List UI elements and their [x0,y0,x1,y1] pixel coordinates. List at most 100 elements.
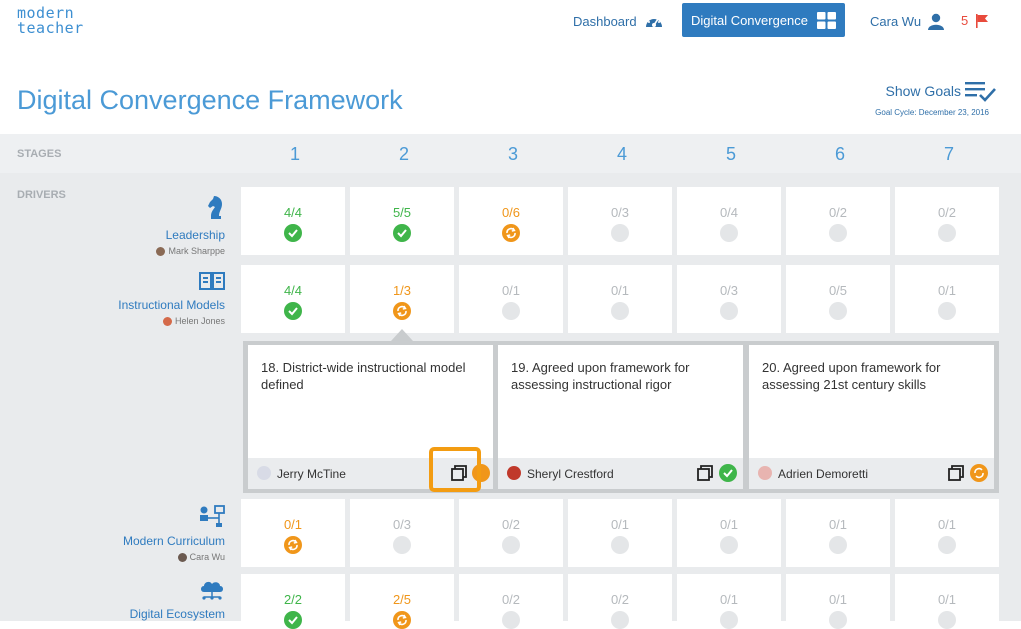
cell-progress: 0/1 [719,517,739,532]
show-goals[interactable]: Show Goals Goal Cycle: December 23, 2016 [875,80,997,117]
expand-pointer [391,329,413,341]
status-not-started-icon [829,611,847,629]
stage-cell[interactable]: 1/3 [350,265,454,333]
avatar [257,466,271,480]
goal-title: 20. Agreed upon framework for assessing … [762,360,941,392]
status-not-started-icon [720,611,738,629]
avatar [507,466,521,480]
cell-progress: 0/1 [610,517,630,532]
stage-cell[interactable]: 0/6 [459,187,563,255]
stage-cell[interactable]: 0/2 [895,187,999,255]
driver-digital-ecosystem[interactable]: Digital Ecosystem [130,580,225,621]
driver-leadership[interactable]: Leadership Mark Sharppe [156,195,225,256]
avatar [162,316,172,326]
digital-convergence-label: Digital Convergence [690,12,809,28]
cell-progress: 0/2 [610,592,630,607]
status-not-started-icon [938,224,956,242]
cell-progress: 2/2 [283,592,303,607]
driver-name: Leadership [165,228,225,242]
goal-card-20[interactable]: 20. Agreed upon framework for assessing … [749,345,994,489]
cell-progress: 0/2 [828,205,848,220]
dashboard-link[interactable]: Dashboard [573,13,664,29]
stage-cell[interactable]: 2/2 [241,574,345,629]
stage-cell[interactable]: 0/1 [677,499,781,567]
status-not-started-icon [611,611,629,629]
stage-cell[interactable]: 0/1 [241,499,345,567]
stage-cell[interactable]: 2/5 [350,574,454,629]
stage-cell[interactable]: 0/2 [459,499,563,567]
status-in-progress-icon [393,302,411,320]
stage-cell[interactable]: 0/2 [459,574,563,629]
driver-name: Instructional Models [118,298,225,312]
status-not-started-icon [938,536,956,554]
stage-cell[interactable]: 0/1 [568,499,672,567]
cell-progress: 0/1 [937,592,957,607]
cell-progress: 0/2 [937,205,957,220]
checklist-icon [965,82,996,102]
status-not-started-icon [720,536,738,554]
stage-cell[interactable]: 0/3 [568,187,672,255]
status-not-started-icon [938,611,956,629]
avatar [156,246,166,256]
stage-cell[interactable]: 0/1 [895,574,999,629]
driver-instructional-models[interactable]: Instructional Models Helen Jones [118,271,225,326]
status-not-started-icon [720,224,738,242]
copy-icon[interactable] [697,465,713,481]
cell-progress: 0/1 [937,517,957,532]
status-not-started-icon [502,302,520,320]
driver-owner: Helen Jones [174,316,225,326]
dashboard-label: Dashboard [573,13,637,29]
stage-header-5: 5 [725,144,736,164]
stage-cell[interactable]: 0/1 [568,265,672,333]
stage-cell[interactable]: 0/1 [895,499,999,567]
goal-title: 18. District-wide instructional model de… [261,360,466,392]
cell-progress: 0/1 [719,592,739,607]
flag-notifications[interactable]: 5 [961,13,989,28]
status-not-started-icon [611,224,629,242]
stage-cell[interactable]: 0/4 [677,187,781,255]
avatar [177,552,187,562]
stage-cell[interactable]: 5/5 [350,187,454,255]
status-in-progress-icon [502,224,520,242]
cell-progress: 4/4 [283,283,303,298]
stage-cell[interactable]: 0/1 [786,499,890,567]
cell-progress: 0/2 [501,592,521,607]
goal-title: 19. Agreed upon framework for assessing … [511,360,690,392]
cell-progress: 1/3 [392,283,412,298]
cell-progress: 4/4 [283,205,303,220]
stage-header-6: 6 [834,144,845,164]
expanded-panel: 18. District-wide instructional model de… [243,341,999,493]
stage-cell[interactable]: 0/2 [786,187,890,255]
status-not-started-icon [611,536,629,554]
driver-name: Digital Ecosystem [129,607,225,621]
driver-modern-curriculum[interactable]: Modern Curriculum Cara Wu [123,505,225,562]
cell-progress: 0/2 [501,517,521,532]
status-in-progress-icon [393,611,411,629]
cell-progress: 0/1 [937,283,957,298]
stage-cell[interactable]: 0/5 [786,265,890,333]
stage-cell[interactable]: 0/1 [895,265,999,333]
logo[interactable]: modern teacher [17,6,84,36]
hierarchy-icon [200,505,225,527]
copy-icon[interactable] [948,465,964,481]
user-menu[interactable]: Cara Wu [870,13,945,30]
status-complete-icon [284,302,302,320]
stage-cell[interactable]: 4/4 [241,265,345,333]
status-not-started-icon [829,224,847,242]
stage-cell[interactable]: 4/4 [241,187,345,255]
stage-cell[interactable]: 0/2 [568,574,672,629]
status-not-started-icon [829,302,847,320]
stage-cell[interactable]: 0/3 [350,499,454,567]
goal-owner: Adrien Demoretti [778,467,869,481]
digital-convergence-button[interactable]: Digital Convergence [682,3,845,37]
stage-cell[interactable]: 0/1 [786,574,890,629]
user-icon [928,13,945,30]
driver-owner: Cara Wu [189,552,225,562]
stage-header-3: 3 [507,144,518,164]
goal-card-19[interactable]: 19. Agreed upon framework for assessing … [498,345,743,489]
stage-cell[interactable]: 0/3 [677,265,781,333]
cell-progress: 0/1 [283,517,303,532]
chess-knight-icon [208,196,222,219]
stage-cell[interactable]: 0/1 [459,265,563,333]
stage-cell[interactable]: 0/1 [677,574,781,629]
